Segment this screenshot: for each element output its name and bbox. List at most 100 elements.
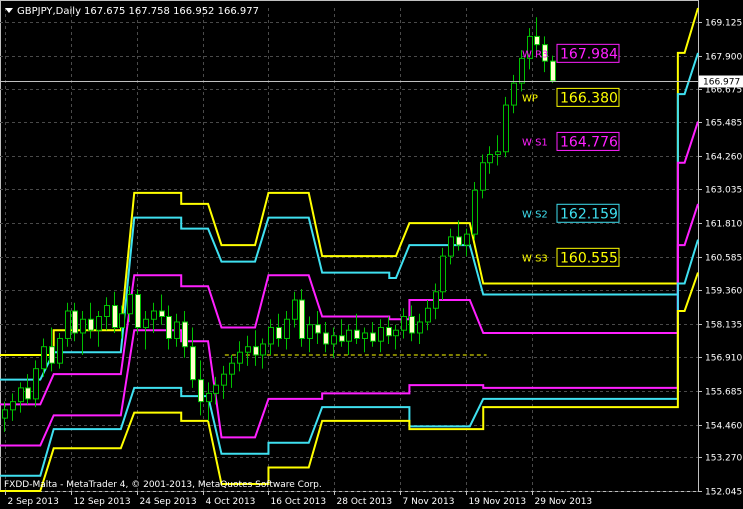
candle-body[interactable] bbox=[198, 379, 204, 403]
y-tick-label: 159.360 bbox=[705, 287, 742, 297]
level-value: 160.555 bbox=[560, 250, 618, 266]
candle-body[interactable] bbox=[127, 294, 133, 315]
candle-body[interactable] bbox=[237, 351, 243, 364]
x-tick-label: 4 Oct 2013 bbox=[206, 497, 256, 507]
candle-body[interactable] bbox=[299, 299, 305, 339]
x-tick-label: 19 Nov 2013 bbox=[469, 497, 527, 507]
candle-body[interactable] bbox=[331, 335, 337, 345]
candle-body[interactable] bbox=[174, 321, 180, 339]
candle-body[interactable] bbox=[433, 291, 439, 309]
y-tick-label: 164.260 bbox=[705, 153, 742, 163]
candle-body[interactable] bbox=[393, 329, 399, 337]
level-value: 162.159 bbox=[560, 206, 618, 222]
x-tick-label: 7 Nov 2013 bbox=[403, 497, 455, 507]
candle-body[interactable] bbox=[260, 343, 266, 356]
candle-body[interactable] bbox=[190, 346, 196, 381]
candle-body[interactable] bbox=[49, 346, 55, 364]
candle-body[interactable] bbox=[550, 60, 556, 82]
candle-body[interactable] bbox=[386, 326, 392, 337]
candle-body[interactable] bbox=[284, 318, 290, 339]
candle-body[interactable] bbox=[245, 346, 251, 353]
candle-body[interactable] bbox=[511, 82, 517, 106]
y-tick-label: 160.585 bbox=[705, 254, 742, 264]
candle-body[interactable] bbox=[339, 335, 345, 342]
level-value: 167.984 bbox=[560, 46, 618, 62]
candle-body[interactable] bbox=[119, 313, 125, 328]
candle-body[interactable] bbox=[487, 153, 493, 164]
candle-body[interactable] bbox=[104, 305, 110, 317]
x-tick-label: 2 Sep 2013 bbox=[8, 497, 59, 507]
candle-body[interactable] bbox=[159, 310, 165, 317]
candle-body[interactable] bbox=[346, 329, 352, 342]
candle-body[interactable] bbox=[472, 189, 478, 235]
candle-body[interactable] bbox=[307, 324, 313, 339]
candle-body[interactable] bbox=[72, 310, 78, 334]
candle-body[interactable] bbox=[503, 104, 509, 153]
candle-body[interactable] bbox=[80, 318, 86, 334]
candle-body[interactable] bbox=[440, 255, 446, 293]
gbpjpy-daily-chart[interactable]: W R3 167.984 WP 166.380 W S1 164.776 W S2 162.1… bbox=[0, 0, 743, 509]
chart-background bbox=[0, 0, 743, 509]
y-tick-label: 167.900 bbox=[705, 53, 742, 63]
candle-body[interactable] bbox=[229, 362, 235, 375]
candle-body[interactable] bbox=[182, 321, 188, 348]
candle-body[interactable] bbox=[10, 401, 16, 411]
candle-body[interactable] bbox=[292, 299, 298, 320]
candle-body[interactable] bbox=[41, 346, 47, 370]
level-value: 164.776 bbox=[560, 134, 618, 150]
candle-body[interactable] bbox=[166, 315, 172, 339]
y-tick-label: 154.460 bbox=[705, 422, 742, 432]
candle-body[interactable] bbox=[362, 332, 368, 339]
candle-body[interactable] bbox=[519, 57, 525, 84]
candle-body[interactable] bbox=[18, 387, 24, 403]
y-tick-label: 163.035 bbox=[705, 186, 742, 196]
candle-body[interactable] bbox=[88, 318, 94, 331]
chart-symbol: GBPJPY,Daily bbox=[17, 6, 81, 17]
candle-body[interactable] bbox=[315, 324, 321, 334]
y-tick-label: 165.485 bbox=[705, 119, 742, 129]
candle-body[interactable] bbox=[151, 310, 157, 320]
candle-body[interactable] bbox=[425, 307, 431, 323]
candle-body[interactable] bbox=[253, 346, 259, 356]
candle-body[interactable] bbox=[448, 236, 454, 257]
candle-body[interactable] bbox=[464, 233, 470, 246]
y-tick-label: 161.810 bbox=[705, 220, 742, 230]
candle-body[interactable] bbox=[213, 384, 219, 394]
candle-body[interactable] bbox=[143, 318, 149, 328]
candle-body[interactable] bbox=[65, 310, 71, 339]
candle-body[interactable] bbox=[456, 236, 462, 246]
y-tick-label: 152.045 bbox=[705, 488, 742, 498]
candle-body[interactable] bbox=[25, 387, 31, 400]
candle-body[interactable] bbox=[370, 332, 376, 342]
candle-body[interactable] bbox=[33, 368, 39, 400]
candle-body[interactable] bbox=[378, 326, 384, 342]
candle-body[interactable] bbox=[401, 315, 407, 331]
candle-body[interactable] bbox=[276, 326, 282, 339]
candle-body[interactable] bbox=[96, 315, 102, 331]
x-tick-label: 28 Oct 2013 bbox=[337, 497, 393, 507]
x-tick-label: 12 Sep 2013 bbox=[74, 497, 131, 507]
candle-body[interactable] bbox=[221, 373, 227, 386]
candle-body[interactable] bbox=[417, 321, 423, 334]
y-tick-label: 155.685 bbox=[705, 388, 742, 398]
candle-body[interactable] bbox=[354, 329, 360, 339]
candle-body[interactable] bbox=[409, 315, 415, 334]
candle-body[interactable] bbox=[112, 305, 118, 328]
candle-body[interactable] bbox=[480, 162, 486, 191]
candle-body[interactable] bbox=[57, 337, 63, 364]
level-tag: W S1 bbox=[522, 137, 548, 148]
current-price-label: 166.977 bbox=[703, 78, 740, 88]
y-tick-label: 153.270 bbox=[705, 454, 742, 464]
candle-body[interactable] bbox=[2, 409, 8, 419]
ohlc-readout: 167.675 167.758 166.952 166.977 bbox=[84, 6, 259, 17]
level-tag: WP bbox=[522, 93, 538, 104]
x-tick-label: 24 Sep 2013 bbox=[140, 497, 197, 507]
candle-body[interactable] bbox=[268, 326, 274, 345]
candle-body[interactable] bbox=[206, 392, 212, 403]
candle-body[interactable] bbox=[135, 294, 141, 328]
candle-body[interactable] bbox=[534, 35, 540, 46]
copyright-text: FXDD-Malta - MetaTrader 4, © 2001-2013, … bbox=[4, 480, 322, 490]
level-value: 166.380 bbox=[560, 90, 618, 106]
candle-body[interactable] bbox=[323, 332, 329, 345]
candle-body[interactable] bbox=[495, 151, 501, 155]
